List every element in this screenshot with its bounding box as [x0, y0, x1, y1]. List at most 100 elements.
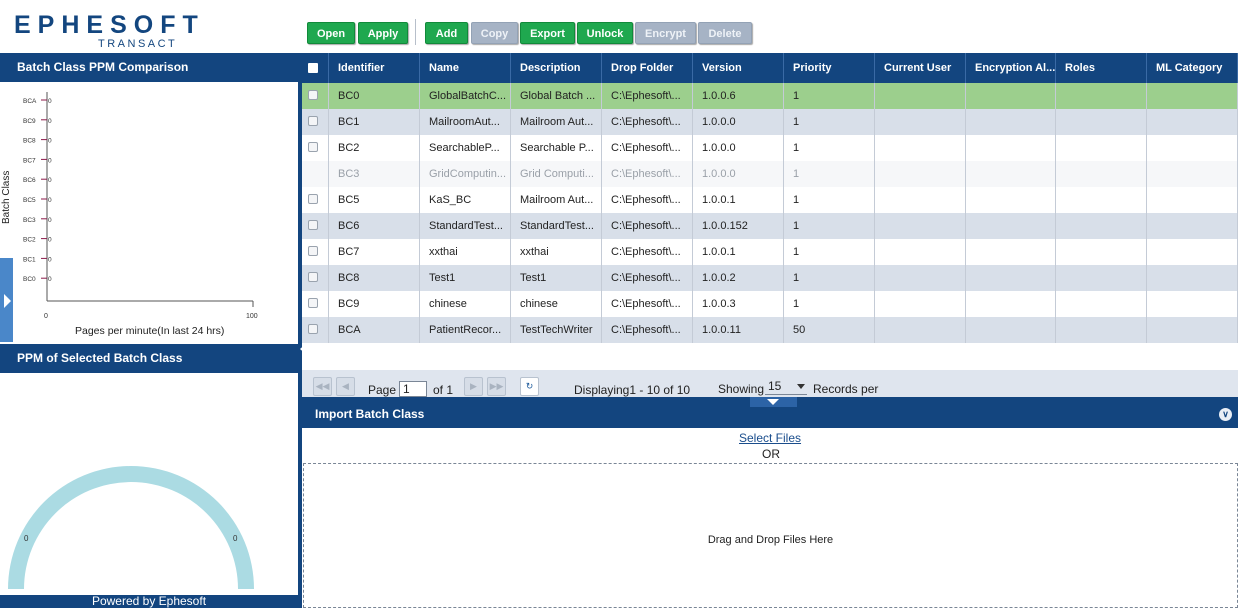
cell-empty: [875, 239, 966, 265]
first-page-icon[interactable]: ◀◀: [313, 377, 332, 396]
table-row[interactable]: BC5 KaS_BC Mailroom Aut... C:\Ephesoft\... 1…: [302, 187, 1238, 213]
collapse-chevron-icon[interactable]: ∨: [1219, 408, 1232, 421]
bar-value-label: 0: [48, 177, 52, 184]
table-row[interactable]: BC9 chinese chinese C:\Ephesoft\... 1.0.0.3 1: [302, 291, 1238, 317]
cell-priority: 1: [784, 187, 875, 213]
row-select-cell[interactable]: [302, 239, 329, 265]
last-page-icon[interactable]: ▶▶: [487, 377, 506, 396]
table-row[interactable]: BC7 xxthai xxthai C:\Ephesoft\... 1.0.0.1 1: [302, 239, 1238, 265]
cell-name: GlobalBatchC...: [420, 83, 511, 109]
select-files-link[interactable]: Select Files: [739, 431, 801, 445]
row-checkbox[interactable]: [308, 220, 318, 230]
app-root: EPHESOFT TRANSACT Open Apply Add Copy Ex…: [0, 0, 1238, 608]
bar-value-label: 0: [48, 98, 52, 105]
row-checkbox[interactable]: [308, 116, 318, 126]
cell-priority: 1: [784, 161, 875, 187]
import-expand-tab[interactable]: [750, 397, 797, 407]
row-select-cell[interactable]: [302, 187, 329, 213]
left-collapse-tab[interactable]: [0, 258, 13, 342]
displaying-count: Displaying1 - 10 of 10: [574, 383, 691, 397]
cell-priority: 1: [784, 265, 875, 291]
table-row[interactable]: BC8 Test1 Test1 C:\Ephesoft\... 1.0.0.2 1: [302, 265, 1238, 291]
ppm-comparison-header: Batch Class PPM Comparison: [0, 53, 298, 82]
cell-version: 1.0.0.2: [693, 265, 784, 291]
cell-empty: [1147, 135, 1238, 161]
collapse-left-arrow-icon[interactable]: [300, 342, 308, 356]
column-header[interactable]: Description: [511, 53, 602, 83]
table-row[interactable]: BC1 MailroomAut... Mailroom Aut... C:\Ephes…: [302, 109, 1238, 135]
table-row[interactable]: BC6 StandardTest... StandardTest... C:\Ephe…: [302, 213, 1238, 239]
row-checkbox[interactable]: [308, 298, 318, 308]
cell-empty: [1056, 109, 1147, 135]
logo-subtitle: TRANSACT: [98, 38, 178, 50]
row-checkbox[interactable]: [308, 246, 318, 256]
cell-empty: [875, 213, 966, 239]
copy-button[interactable]: Copy: [471, 22, 518, 44]
row-select-cell[interactable]: [302, 161, 329, 187]
cell-empty: [1147, 317, 1238, 343]
cell-empty: [1147, 239, 1238, 265]
gauge-max-label: 0: [233, 534, 238, 543]
page-number-input[interactable]: 1: [399, 381, 427, 397]
unlock-button[interactable]: Unlock: [577, 22, 633, 44]
cell-priority: 50: [784, 317, 875, 343]
column-header[interactable]: Priority: [784, 53, 875, 83]
table-row[interactable]: BC0 GlobalBatchC... Global Batch ... C:\Eph…: [302, 83, 1238, 109]
table-row[interactable]: BC2 SearchableP... Searchable P... C:\Ephes…: [302, 135, 1238, 161]
row-select-cell[interactable]: [302, 109, 329, 135]
row-select-cell[interactable]: [302, 265, 329, 291]
cell-empty: [1056, 265, 1147, 291]
gauge-svg: 0 0: [8, 466, 254, 589]
encrypt-button[interactable]: Encrypt: [635, 22, 696, 44]
cell-empty: [1147, 83, 1238, 109]
open-button[interactable]: Open: [307, 22, 355, 44]
select-all-header[interactable]: [302, 53, 329, 83]
row-select-cell[interactable]: [302, 213, 329, 239]
ppm-gauge: 0 0: [0, 373, 298, 596]
file-dropzone[interactable]: Drag and Drop Files Here: [303, 463, 1238, 608]
column-header[interactable]: Drop Folder: [602, 53, 693, 83]
prev-page-icon[interactable]: ◀: [336, 377, 355, 396]
page-size-select[interactable]: 15: [765, 379, 807, 395]
row-select-cell[interactable]: [302, 317, 329, 343]
next-page-icon[interactable]: ▶: [464, 377, 483, 396]
row-select-cell[interactable]: [302, 291, 329, 317]
cell-desc: xxthai: [511, 239, 602, 265]
column-header[interactable]: Version: [693, 53, 784, 83]
selected-ppm-header: PPM of Selected Batch Class: [0, 344, 298, 373]
select-all-checkbox[interactable]: [308, 63, 318, 73]
dropzone-label: Drag and Drop Files Here: [707, 534, 834, 546]
x-tick-label: 0: [44, 313, 48, 320]
cell-empty: [966, 187, 1056, 213]
row-checkbox[interactable]: [308, 324, 318, 334]
import-batch-class-header: Import Batch Class ∨: [302, 397, 1238, 428]
table-row[interactable]: BCA PatientRecor... TestTechWriter C:\Ephes…: [302, 317, 1238, 343]
column-header[interactable]: ML Category: [1147, 53, 1238, 83]
column-header[interactable]: Roles: [1056, 53, 1147, 83]
x-tick-label: 100: [246, 313, 258, 320]
cell-folder: C:\Ephesoft\...: [602, 213, 693, 239]
y-tick-label: BC9: [23, 118, 36, 125]
cell-desc: Searchable P...: [511, 135, 602, 161]
column-header[interactable]: Current User: [875, 53, 966, 83]
cell-id: BC7: [329, 239, 420, 265]
column-header[interactable]: Name: [420, 53, 511, 83]
cell-empty: [1056, 317, 1147, 343]
chevron-down-icon: [797, 384, 805, 389]
delete-button[interactable]: Delete: [698, 22, 752, 44]
row-checkbox[interactable]: [308, 90, 318, 100]
row-select-cell[interactable]: [302, 135, 329, 161]
row-select-cell[interactable]: [302, 83, 329, 109]
export-button[interactable]: Export: [520, 22, 575, 44]
row-checkbox[interactable]: [308, 142, 318, 152]
cell-empty: [1147, 213, 1238, 239]
column-header[interactable]: Encryption Al...: [966, 53, 1056, 83]
add-button[interactable]: Add: [425, 22, 468, 44]
row-checkbox[interactable]: [308, 272, 318, 282]
apply-button[interactable]: Apply: [358, 22, 408, 44]
refresh-icon[interactable]: ↻: [520, 377, 539, 396]
bar-value-label: 0: [48, 237, 52, 244]
column-header[interactable]: Identifier: [329, 53, 420, 83]
row-checkbox[interactable]: [308, 194, 318, 204]
table-row[interactable]: BC3 GridComputin... Grid Computi... C:\Ephe…: [302, 161, 1238, 187]
